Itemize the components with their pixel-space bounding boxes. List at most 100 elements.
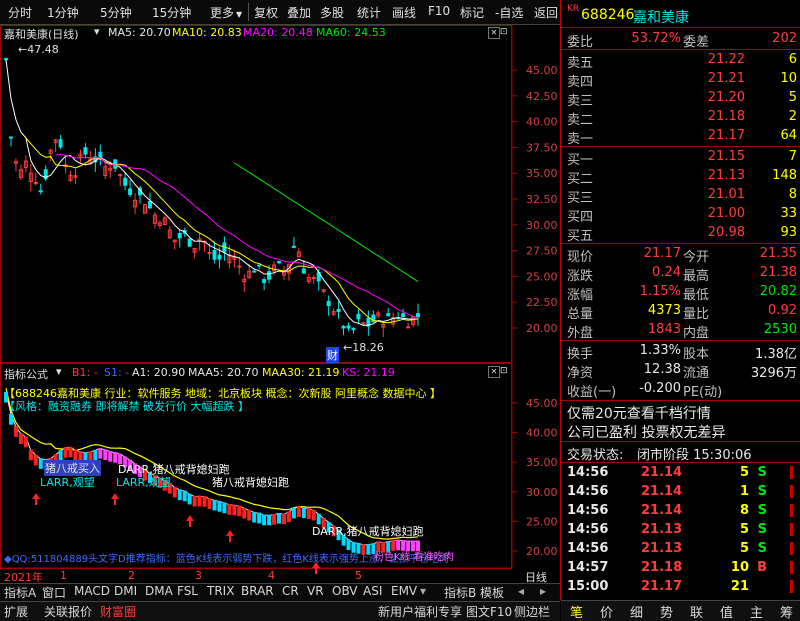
candle-body	[207, 252, 212, 255]
button-f10[interactable]: F10	[428, 4, 450, 18]
tab-brar[interactable]: BRAR	[241, 584, 274, 598]
indicator-bar	[311, 509, 316, 521]
tick-row: 15:00 21.17 21	[561, 578, 800, 597]
tab-dma[interactable]: DMA	[145, 584, 173, 598]
tab-macd[interactable]: MACD	[74, 584, 110, 598]
ask-label: 卖二	[567, 113, 594, 128]
tick-row: 14:56 21.13 5 S	[561, 521, 800, 540]
quote-value: 4373	[647, 303, 681, 318]
ma5-line	[5, 59, 419, 326]
tab-extension[interactable]: 扩展	[4, 603, 28, 620]
tab-template[interactable]: 模板	[480, 584, 504, 601]
bid-row[interactable]: 买一 21.15 7	[561, 148, 800, 168]
chevron-down-icon[interactable]: ▾	[420, 584, 426, 598]
quote-label: 总量	[567, 307, 594, 322]
ask-volume: 10	[780, 71, 797, 86]
tab-trix[interactable]: TRIX	[207, 584, 234, 598]
tab-emv[interactable]: EMV	[391, 584, 417, 598]
button-multi-stock[interactable]: 多股	[320, 4, 344, 21]
panel-tab[interactable]: 价	[600, 602, 613, 621]
tab-related-quotes[interactable]: 关联报价	[44, 603, 92, 620]
ask-row[interactable]: 卖四 21.21 10	[561, 70, 800, 90]
tab-15min[interactable]: 15分钟	[152, 4, 191, 21]
button-back[interactable]: 返回	[534, 4, 558, 21]
settings-icon[interactable]: ⊡	[500, 366, 508, 376]
button-favorite[interactable]: -自选	[495, 4, 523, 21]
tab-window[interactable]: 窗口	[42, 584, 66, 601]
stats-row: 收益(一) -0.200 PE(动)	[561, 380, 800, 400]
candle-body	[128, 188, 133, 195]
settings-icon[interactable]: ⊡	[500, 27, 508, 37]
candle-body	[257, 264, 262, 267]
button-draw[interactable]: 画线	[392, 4, 416, 21]
x-label-month: 2	[128, 569, 135, 582]
indicator-bar	[93, 449, 98, 461]
indicator-bar	[257, 512, 262, 524]
tab-more[interactable]: 更多 ▼	[210, 4, 242, 21]
a1-label: A1: 20.90	[132, 366, 186, 379]
bid-row[interactable]: 买三 21.01 8	[561, 186, 800, 206]
chevron-left-icon[interactable]: ◂	[518, 584, 524, 598]
tab-obv[interactable]: OBV	[332, 584, 358, 598]
chevron-down-icon[interactable]: ▾	[56, 365, 62, 378]
weicha-label: 委差	[683, 35, 710, 50]
quote-value: 1843	[647, 322, 681, 337]
bid-row[interactable]: 买二 21.13 148	[561, 167, 800, 187]
indicator-tick-label: 20.00	[526, 545, 558, 558]
panel-tab[interactable]: 笔	[570, 602, 583, 621]
indicator-bar	[18, 433, 23, 444]
link-new-user-benefit[interactable]: 新用户福利专享	[378, 603, 462, 620]
trade-status-value: 闭市阶段 15:30:06	[637, 448, 752, 463]
bid-label: 买二	[567, 172, 594, 187]
candle-body	[217, 254, 222, 260]
panel-tab[interactable]: 势	[660, 602, 673, 621]
button-overlay[interactable]: 叠加	[287, 4, 311, 21]
maa30-label: MAA30: 21.19	[262, 366, 340, 379]
tab-indicator-b[interactable]: 指标B	[444, 584, 476, 601]
ask-row[interactable]: 卖一 21.17 64	[561, 127, 800, 147]
button-stats[interactable]: 统计	[357, 4, 381, 21]
close-icon[interactable]: ✕	[488, 366, 500, 378]
indicator-bar	[346, 539, 351, 550]
tick-time: 14:56	[567, 522, 609, 537]
chevron-right-icon[interactable]: ▸	[540, 584, 546, 598]
candle-body	[336, 308, 341, 313]
kline-chart[interactable]: 45.00 42.50 40.00 37.50 35.00 32.50 30.00 27.50…	[0, 25, 560, 595]
stats-row: 换手 1.33% 股本 1.38亿	[561, 342, 800, 362]
chevron-down-icon[interactable]: ▾	[94, 25, 100, 38]
bid-row[interactable]: 买四 21.00 33	[561, 205, 800, 225]
close-icon[interactable]: ✕	[488, 27, 500, 39]
tab-dmi[interactable]: DMI	[114, 584, 137, 598]
tab-1min[interactable]: 1分钟	[47, 4, 79, 21]
price-tick-label: 45.00	[526, 64, 558, 77]
panel-tab[interactable]: 联	[690, 602, 703, 621]
link-f10[interactable]: 图文F10	[466, 603, 512, 620]
indicator-bar	[301, 507, 306, 519]
notice-depth[interactable]: 仅需20元查看千档行情	[561, 402, 800, 422]
price-tick-label: 37.50	[526, 141, 558, 154]
tab-intraday[interactable]: 分时	[8, 4, 32, 21]
panel-tab[interactable]: 主	[750, 602, 763, 621]
tab-vr[interactable]: VR	[307, 584, 324, 598]
panel-tab[interactable]: 细	[630, 602, 643, 621]
ask-row[interactable]: 卖五 21.22 6	[561, 51, 800, 71]
bid-row[interactable]: 买五 20.98 93	[561, 224, 800, 244]
panel-tab[interactable]: 筹	[780, 602, 793, 621]
ask-row[interactable]: 卖二 21.18 2	[561, 108, 800, 128]
financial-report-marker[interactable]: 财	[326, 347, 339, 363]
tab-asi[interactable]: ASI	[363, 584, 382, 598]
button-mark[interactable]: 标记	[460, 4, 484, 21]
tab-wealth-circle[interactable]: 财富圈	[100, 603, 136, 620]
quote-label: 涨幅	[567, 288, 594, 303]
tab-indicator-a[interactable]: 指标A	[4, 584, 36, 601]
link-sidebar[interactable]: 侧边栏	[514, 603, 550, 620]
panel-tab[interactable]: 值	[720, 602, 733, 621]
candle-body	[147, 201, 152, 209]
tab-5min[interactable]: 5分钟	[100, 4, 132, 21]
tab-fsl[interactable]: FSL	[177, 584, 198, 598]
button-fq[interactable]: 复权	[254, 4, 278, 21]
tab-cr[interactable]: CR	[282, 584, 299, 598]
ask-row[interactable]: 卖三 21.20 5	[561, 89, 800, 109]
stats-row: 净资 12.38 流通 3296万	[561, 361, 800, 381]
price-tick-label: 25.00	[526, 270, 558, 283]
